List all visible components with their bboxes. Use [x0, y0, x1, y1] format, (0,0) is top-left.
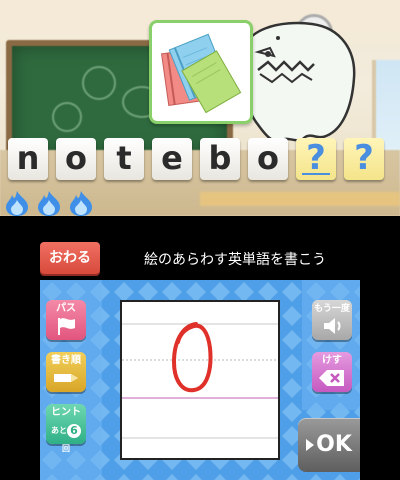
- notebook-icon: [160, 33, 242, 114]
- pencil-icon: [54, 374, 78, 382]
- letter-tile: e: [152, 138, 192, 180]
- letter-tile: t: [104, 138, 144, 180]
- ok-button[interactable]: OK: [298, 418, 360, 472]
- quit-button[interactable]: おわる: [40, 242, 100, 274]
- pass-label: パス: [56, 303, 76, 314]
- answer-letter-row: n o t e b o ? ?: [8, 138, 392, 184]
- bottom-screen: おわる 絵のあらわす英単語を書こう パス 書き順 ヒント あと 6回 もう一度 …: [40, 240, 360, 480]
- unknown-letter-tile: ?: [344, 138, 384, 180]
- letter-underline: [302, 173, 330, 175]
- letter-tile: o: [248, 138, 288, 180]
- stroke-order-label: 書き順: [51, 355, 81, 366]
- blue-flame-icon: [6, 191, 28, 216]
- hint-count: 6: [67, 423, 81, 438]
- blue-flame-icon: [38, 191, 60, 216]
- handwritten-stroke: [171, 322, 213, 393]
- writing-panel: パス 書き順 ヒント あと 6 回 もう一度 けす OK: [40, 280, 360, 480]
- speaker-icon: [324, 318, 341, 334]
- erase-button[interactable]: けす: [312, 352, 352, 392]
- hint-button[interactable]: ヒント あと 6 回: [46, 404, 86, 453]
- board-doodle: [82, 66, 116, 100]
- erase-label: けす: [322, 355, 342, 366]
- hint-label: ヒント: [51, 407, 81, 418]
- guide-lines: [122, 322, 278, 439]
- top-screen: n o t e b o ? ?: [0, 0, 400, 216]
- handwriting-canvas[interactable]: [120, 300, 280, 460]
- letter-tile: n: [8, 138, 48, 180]
- unknown-letter: ?: [306, 138, 326, 178]
- picture-card: [149, 20, 253, 124]
- stroke-order-button[interactable]: 書き順: [46, 352, 86, 392]
- ok-label: OK: [316, 432, 352, 457]
- play-arrow-icon: [306, 439, 315, 451]
- repeat-audio-button[interactable]: もう一度: [312, 300, 352, 340]
- letter-tile: b: [200, 138, 240, 180]
- desk: [200, 192, 400, 206]
- unknown-letter: ?: [354, 138, 374, 178]
- flag-icon: [58, 318, 75, 335]
- board-doodle: [52, 102, 82, 132]
- repeat-label: もう一度: [314, 304, 350, 314]
- lives-indicator: [2, 190, 102, 216]
- letter-tile: o: [56, 138, 96, 180]
- backspace-icon: [319, 370, 344, 386]
- pass-button[interactable]: パス: [46, 300, 86, 340]
- hint-count-suffix: 回: [62, 444, 70, 453]
- hint-count-prefix: あと: [51, 426, 67, 435]
- instruction-text: 絵のあらわす英単語を書こう: [144, 252, 326, 268]
- unknown-letter-tile: ?: [296, 138, 336, 180]
- header-bar: おわる 絵のあらわす英単語を書こう: [40, 240, 360, 280]
- hint-counter: あと 6 回: [48, 422, 84, 458]
- blue-flame-icon: [70, 191, 92, 216]
